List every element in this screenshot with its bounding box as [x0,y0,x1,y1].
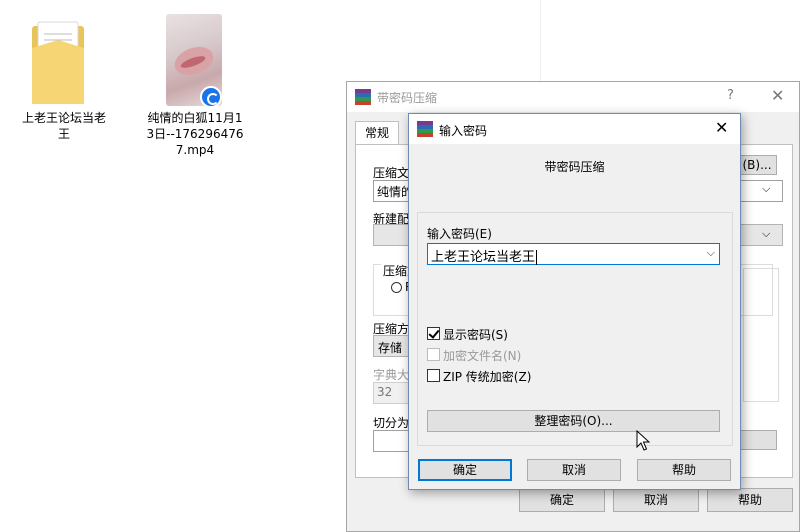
chevron-down-icon[interactable]: ⌵ [707,246,715,260]
desktop-divider [540,0,541,82]
archive-name-label: 压缩文 [373,166,410,180]
dialog-subtitle: 带密码压缩 [544,160,605,174]
video-label: 纯情的白狐11月13日--1762964767.mp4 [146,111,244,157]
encrypt-filenames-label: 加密文件名(N) [443,349,522,363]
close-icon[interactable]: ✕ [715,118,728,137]
folder-label: 上老王论坛当老王 [21,111,106,141]
back-ok-button[interactable]: 确定 [519,488,605,512]
player-badge-icon [200,86,222,108]
password-value: 上老王论坛当老王 [431,250,536,265]
browse-button[interactable]: (B)... [737,155,777,175]
winrar-icon [417,121,433,137]
compress-window-titlebar: 带密码压缩 ? ✕ [347,82,799,112]
back-help-button[interactable]: 帮助 [707,488,793,512]
tab-general[interactable]: 常规 [355,121,399,145]
dict-label: 字典大 [373,368,410,382]
close-icon[interactable]: ✕ [771,86,784,105]
mouse-cursor-icon [636,430,650,451]
dialog-title: 输入密码 [439,124,488,138]
cancel-button[interactable]: 取消 [527,459,621,481]
organize-passwords-button[interactable]: 整理密码(O)... [427,410,720,432]
show-password-label: 显示密码(S) [443,328,508,342]
winrar-icon [355,89,371,105]
zip-legacy-label: ZIP 传统加密(Z) [443,370,532,384]
format-radio[interactable] [391,282,402,293]
enter-password-dialog: 输入密码 ✕ 带密码压缩 输入密码(E) 上老王论坛当老王 ⌵ 显示密码(S) … [408,113,741,490]
help-icon[interactable]: ? [727,88,734,103]
split-unit-button[interactable] [739,430,777,450]
split-label: 切分为 [373,416,410,430]
show-password-checkbox[interactable] [427,327,440,340]
chevron-down-icon[interactable]: ⌵ [762,227,770,241]
back-cancel-button[interactable]: 取消 [613,488,699,512]
zip-legacy-checkbox[interactable] [427,369,440,382]
help-button[interactable]: 帮助 [637,459,731,481]
password-input[interactable]: 上老王论坛当老王 ⌵ [427,243,720,265]
options-group [743,268,779,402]
dialog-titlebar: 输入密码 ✕ [409,114,740,144]
password-label: 输入密码(E) [427,227,492,241]
folder-icon [32,21,84,104]
compress-window-title: 带密码压缩 [377,91,438,105]
chevron-down-icon[interactable]: ⌵ [762,182,770,196]
encrypt-filenames-checkbox[interactable] [427,348,440,361]
ok-button[interactable]: 确定 [418,459,512,481]
